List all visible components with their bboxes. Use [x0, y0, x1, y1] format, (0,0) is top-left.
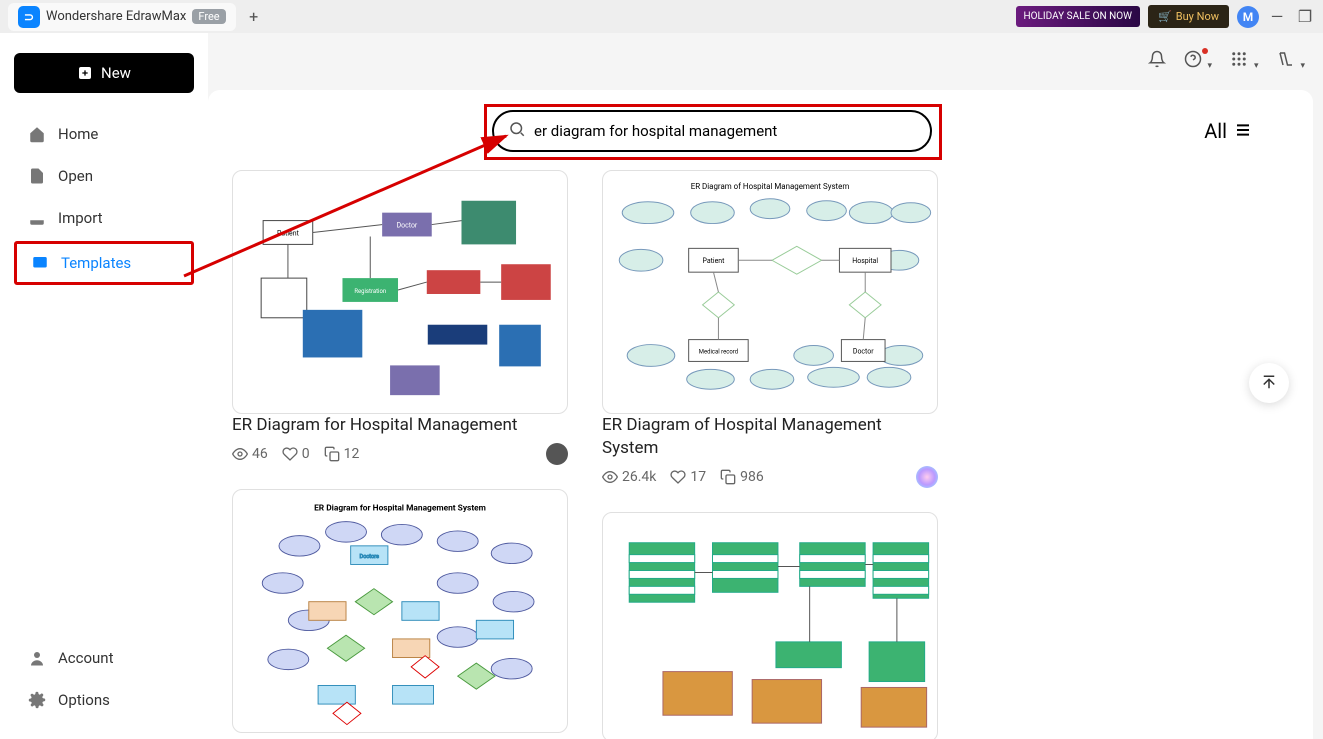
card-title: ER Diagram for Hospital Management [232, 414, 568, 437]
diagram-preview: Patient Doctor Registration [233, 171, 567, 413]
diagram-preview: ER Diagram of Hospital Management System… [603, 171, 937, 413]
svg-text:Patient: Patient [277, 229, 300, 237]
svg-text:Hospital: Hospital [852, 257, 878, 265]
author-avatar[interactable] [916, 466, 938, 488]
new-tab-button[interactable]: + [242, 5, 266, 29]
svg-text:Doctor: Doctor [853, 347, 874, 355]
import-icon [28, 209, 46, 227]
svg-text:Medical record: Medical record [699, 348, 738, 355]
maximize-button[interactable]: ❐ [1295, 7, 1315, 27]
sidebar-item-options[interactable]: Options [14, 681, 194, 719]
diagram-preview [603, 513, 937, 739]
sidebar-item-import[interactable]: Import [14, 199, 194, 237]
svg-text:Registration: Registration [354, 288, 386, 295]
likes-count: 0 [282, 446, 310, 462]
home-icon [28, 125, 46, 143]
holiday-sale-button[interactable]: HOLIDAY SALE ON NOW [1016, 6, 1141, 27]
sidebar-item-account[interactable]: Account [14, 639, 194, 677]
search-icon [508, 120, 526, 142]
gear-icon [28, 691, 46, 709]
templates-panel: All Patient Doctor Registration [208, 90, 1313, 739]
template-card[interactable]: ER Diagram of Hospital Management System… [602, 170, 938, 488]
filter-all[interactable]: All [1204, 119, 1253, 143]
account-icon [28, 649, 46, 667]
minimize-button[interactable]: — [1267, 7, 1287, 27]
views-count: 26.4k [602, 469, 656, 485]
sidebar-item-open[interactable]: Open [14, 157, 194, 195]
views-count: 46 [232, 446, 268, 462]
search-box[interactable] [492, 110, 932, 152]
buy-now-button[interactable]: 🛒 Buy Now [1148, 5, 1229, 28]
titlebar: ⊃ Wondershare EdrawMax Free + HOLIDAY SA… [0, 0, 1323, 33]
apps-icon[interactable]: ▾ [1230, 50, 1259, 72]
file-icon [28, 167, 46, 185]
help-icon[interactable]: ▾ [1184, 50, 1213, 72]
card-title: ER Diagram of Hospital Management System [602, 414, 938, 460]
likes-count: 17 [670, 469, 706, 485]
avatar[interactable]: M [1237, 6, 1259, 28]
copies-count: 12 [324, 446, 360, 462]
sidebar: New Home Open Import Templates Account O… [0, 33, 208, 739]
app-tab[interactable]: ⊃ Wondershare EdrawMax Free [8, 3, 236, 31]
diagram-preview: ER Diagram for Hospital Management Syste… [233, 490, 567, 732]
app-logo-icon: ⊃ [18, 6, 40, 28]
svg-text:Patient: Patient [703, 257, 726, 265]
sidebar-item-templates[interactable]: Templates [14, 241, 194, 285]
template-card[interactable]: ER Diagram for Hospital Management Syste… [232, 489, 568, 733]
menu-icon [1233, 119, 1253, 143]
app-title: Wondershare EdrawMax [46, 9, 186, 24]
notifications-icon[interactable] [1148, 50, 1166, 72]
appearance-icon[interactable]: ▾ [1277, 50, 1306, 72]
cart-icon: 🛒 [1158, 10, 1172, 23]
search-input[interactable] [534, 122, 916, 140]
template-card[interactable]: Patient Doctor Registration [232, 170, 568, 465]
sidebar-item-home[interactable]: Home [14, 115, 194, 153]
svg-text:Doctor: Doctor [397, 222, 418, 230]
svg-text:ER Diagram of Hospital Managem: ER Diagram of Hospital Management System [691, 182, 850, 191]
scroll-to-top-button[interactable] [1249, 363, 1289, 403]
template-card[interactable] [602, 512, 938, 739]
svg-text:Doctors: Doctors [360, 554, 380, 560]
templates-icon [31, 254, 49, 272]
author-avatar[interactable] [546, 443, 568, 465]
new-button[interactable]: New [14, 53, 194, 93]
free-badge: Free [192, 9, 225, 24]
top-toolbar: ▾ ▾ ▾ [1148, 50, 1306, 72]
copies-count: 986 [720, 469, 764, 485]
svg-text:ER Diagram for Hospital Manage: ER Diagram for Hospital Management Syste… [314, 503, 486, 513]
